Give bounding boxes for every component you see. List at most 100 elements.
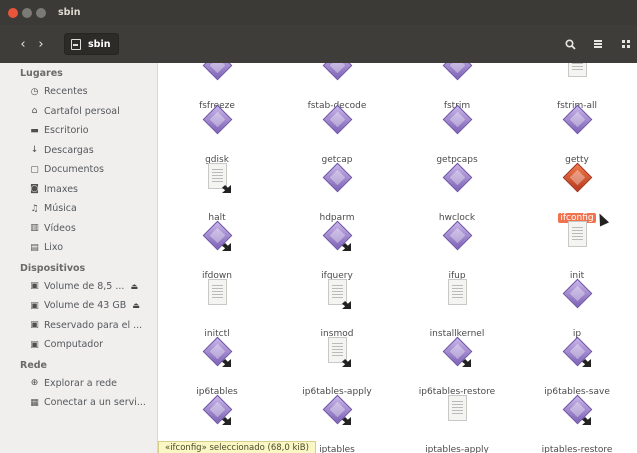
sidebar-item[interactable]: ▣ Reservado para el ... (0, 316, 157, 336)
desktop-icon: ▬ (30, 125, 39, 136)
sidebar-item[interactable]: ▤ Lixo (0, 238, 157, 258)
sidebar-item[interactable]: ▬ Escritorio (0, 121, 157, 141)
music-icon: ♫ (30, 203, 39, 214)
sidebar-item[interactable]: ▦ Conectar a un servi... (0, 393, 157, 413)
drive-icon: ▣ (30, 320, 39, 331)
sidebar-section-title: Rede (20, 359, 48, 371)
back-button[interactable]: ‹ (14, 34, 32, 54)
sidebar-item[interactable]: ▣ Computador (0, 335, 157, 355)
chevron-right-icon: › (38, 36, 44, 52)
list-icon (594, 40, 602, 48)
eject-icon[interactable]: ⏏ (130, 282, 138, 291)
close-window-button[interactable] (8, 7, 18, 18)
sidebar-item-label: Volume de 8,5 ... (44, 280, 125, 292)
file-item[interactable]: ip (518, 278, 636, 339)
eject-icon[interactable]: ⏏ (132, 301, 140, 310)
executable-icon (319, 162, 355, 199)
sidebar-item-label: Explorar a rede (44, 377, 118, 389)
file-item[interactable]: hwclock (398, 162, 516, 223)
document-icon: ▢ (30, 164, 39, 175)
sidebar-item[interactable]: ▣ Volume de 43 GB ⏏ (0, 296, 157, 316)
executable-icon (559, 162, 595, 199)
minimize-window-button[interactable] (22, 7, 32, 18)
file-item[interactable]: installkernel (398, 279, 516, 339)
file-item[interactable]: ip6tables (158, 336, 276, 397)
text-file-icon (199, 279, 235, 315)
executable-icon (199, 336, 235, 373)
executable-icon (559, 336, 595, 373)
file-item[interactable]: getcap (278, 104, 396, 165)
text-file-icon (439, 395, 475, 431)
sidebar-item[interactable]: ⌂ Cartafol persoal (0, 102, 157, 122)
camera-icon: ◙ (30, 184, 39, 195)
sidebar-item[interactable]: ◙ Imaxes (0, 180, 157, 200)
file-item[interactable]: getpcaps (398, 104, 516, 165)
sidebar-item[interactable]: ⊕ Explorar a rede (0, 374, 157, 394)
file-item[interactable]: init (518, 221, 636, 281)
sidebar-item[interactable]: ▥ Vídeos (0, 219, 157, 239)
sidebar-item[interactable]: ▣ Volume de 8,5 ... ⏏ (0, 277, 157, 297)
network-icon: ⊕ (30, 378, 39, 389)
status-bar: «ifconfig» seleccionado (68,0 kiB) (158, 441, 316, 453)
file-item[interactable]: ip6tables-save (518, 336, 636, 397)
text-file-icon (199, 163, 235, 199)
sidebar-item-label: Recentes (44, 86, 88, 98)
file-item[interactable]: ifquery (278, 220, 396, 281)
drive-icon (71, 38, 81, 50)
file-item[interactable]: ip6tables-restore (398, 336, 516, 397)
executable-icon (439, 336, 475, 373)
text-file-icon (319, 337, 355, 373)
executable-icon (199, 63, 235, 87)
sidebar-item-label: Lixo (44, 242, 64, 254)
file-item[interactable]: iptables-apply (398, 395, 516, 453)
file-item[interactable]: ifup (398, 220, 516, 281)
file-name: iptables-apply (425, 445, 489, 453)
server-icon: ▦ (30, 397, 39, 408)
maximize-window-button[interactable] (36, 7, 46, 18)
executable-icon (439, 104, 475, 141)
drive-icon: ▣ (30, 300, 39, 311)
sidebar: Lugares ◷ Recentes ⌂ Cartafol persoal ▬ Escrit… (0, 63, 158, 453)
sidebar-item[interactable]: ↓ Descargas (0, 141, 157, 161)
file-name: iptables (319, 445, 355, 453)
text-file-icon (319, 279, 355, 315)
executable-icon (319, 104, 355, 141)
home-icon: ⌂ (31, 106, 38, 117)
search-icon (564, 38, 576, 50)
file-item[interactable]: insmod (278, 279, 396, 339)
grid-icon (622, 40, 630, 48)
file-item[interactable]: ip6tables-apply (278, 337, 396, 397)
search-button[interactable] (559, 33, 581, 55)
drive-icon: ▣ (30, 281, 39, 292)
download-icon: ↓ (30, 145, 39, 156)
file-item[interactable]: getty (518, 104, 636, 165)
file-item[interactable]: ifdown (158, 220, 276, 281)
window-title: sbin (58, 7, 81, 18)
sidebar-item[interactable]: ♫ Música (0, 199, 157, 219)
file-item[interactable]: gdisk (158, 104, 276, 165)
sidebar-item-label: Vídeos (44, 222, 76, 234)
file-item[interactable]: hdparm (278, 162, 396, 223)
file-item[interactable]: iptables-restore (518, 394, 636, 453)
sidebar-item-label: Música (44, 203, 77, 215)
executable-icon (319, 63, 355, 87)
film-icon: ▥ (30, 223, 39, 234)
file-name: iptables-restore (541, 445, 613, 453)
executable-icon (559, 278, 595, 315)
file-item[interactable]: ifconfig (518, 162, 636, 223)
text-file-icon (559, 221, 595, 257)
sidebar-item-label: Cartafol persoal (44, 105, 120, 117)
sidebar-item[interactable]: ▢ Documentos (0, 160, 157, 180)
sidebar-item[interactable]: ◷ Recentes (0, 82, 157, 102)
file-item[interactable]: halt (158, 163, 276, 223)
sidebar-item-label: Volume de 43 GB (44, 300, 127, 312)
executable-icon (439, 162, 475, 199)
grid-view-button[interactable] (615, 33, 637, 55)
forward-button[interactable]: › (32, 34, 50, 54)
path-button[interactable]: sbin (64, 33, 120, 55)
path-label: sbin (88, 38, 111, 50)
file-item[interactable]: initctl (158, 279, 276, 339)
clock-icon: ◷ (30, 86, 39, 97)
text-file-icon (439, 279, 475, 315)
list-view-button[interactable] (587, 33, 609, 55)
